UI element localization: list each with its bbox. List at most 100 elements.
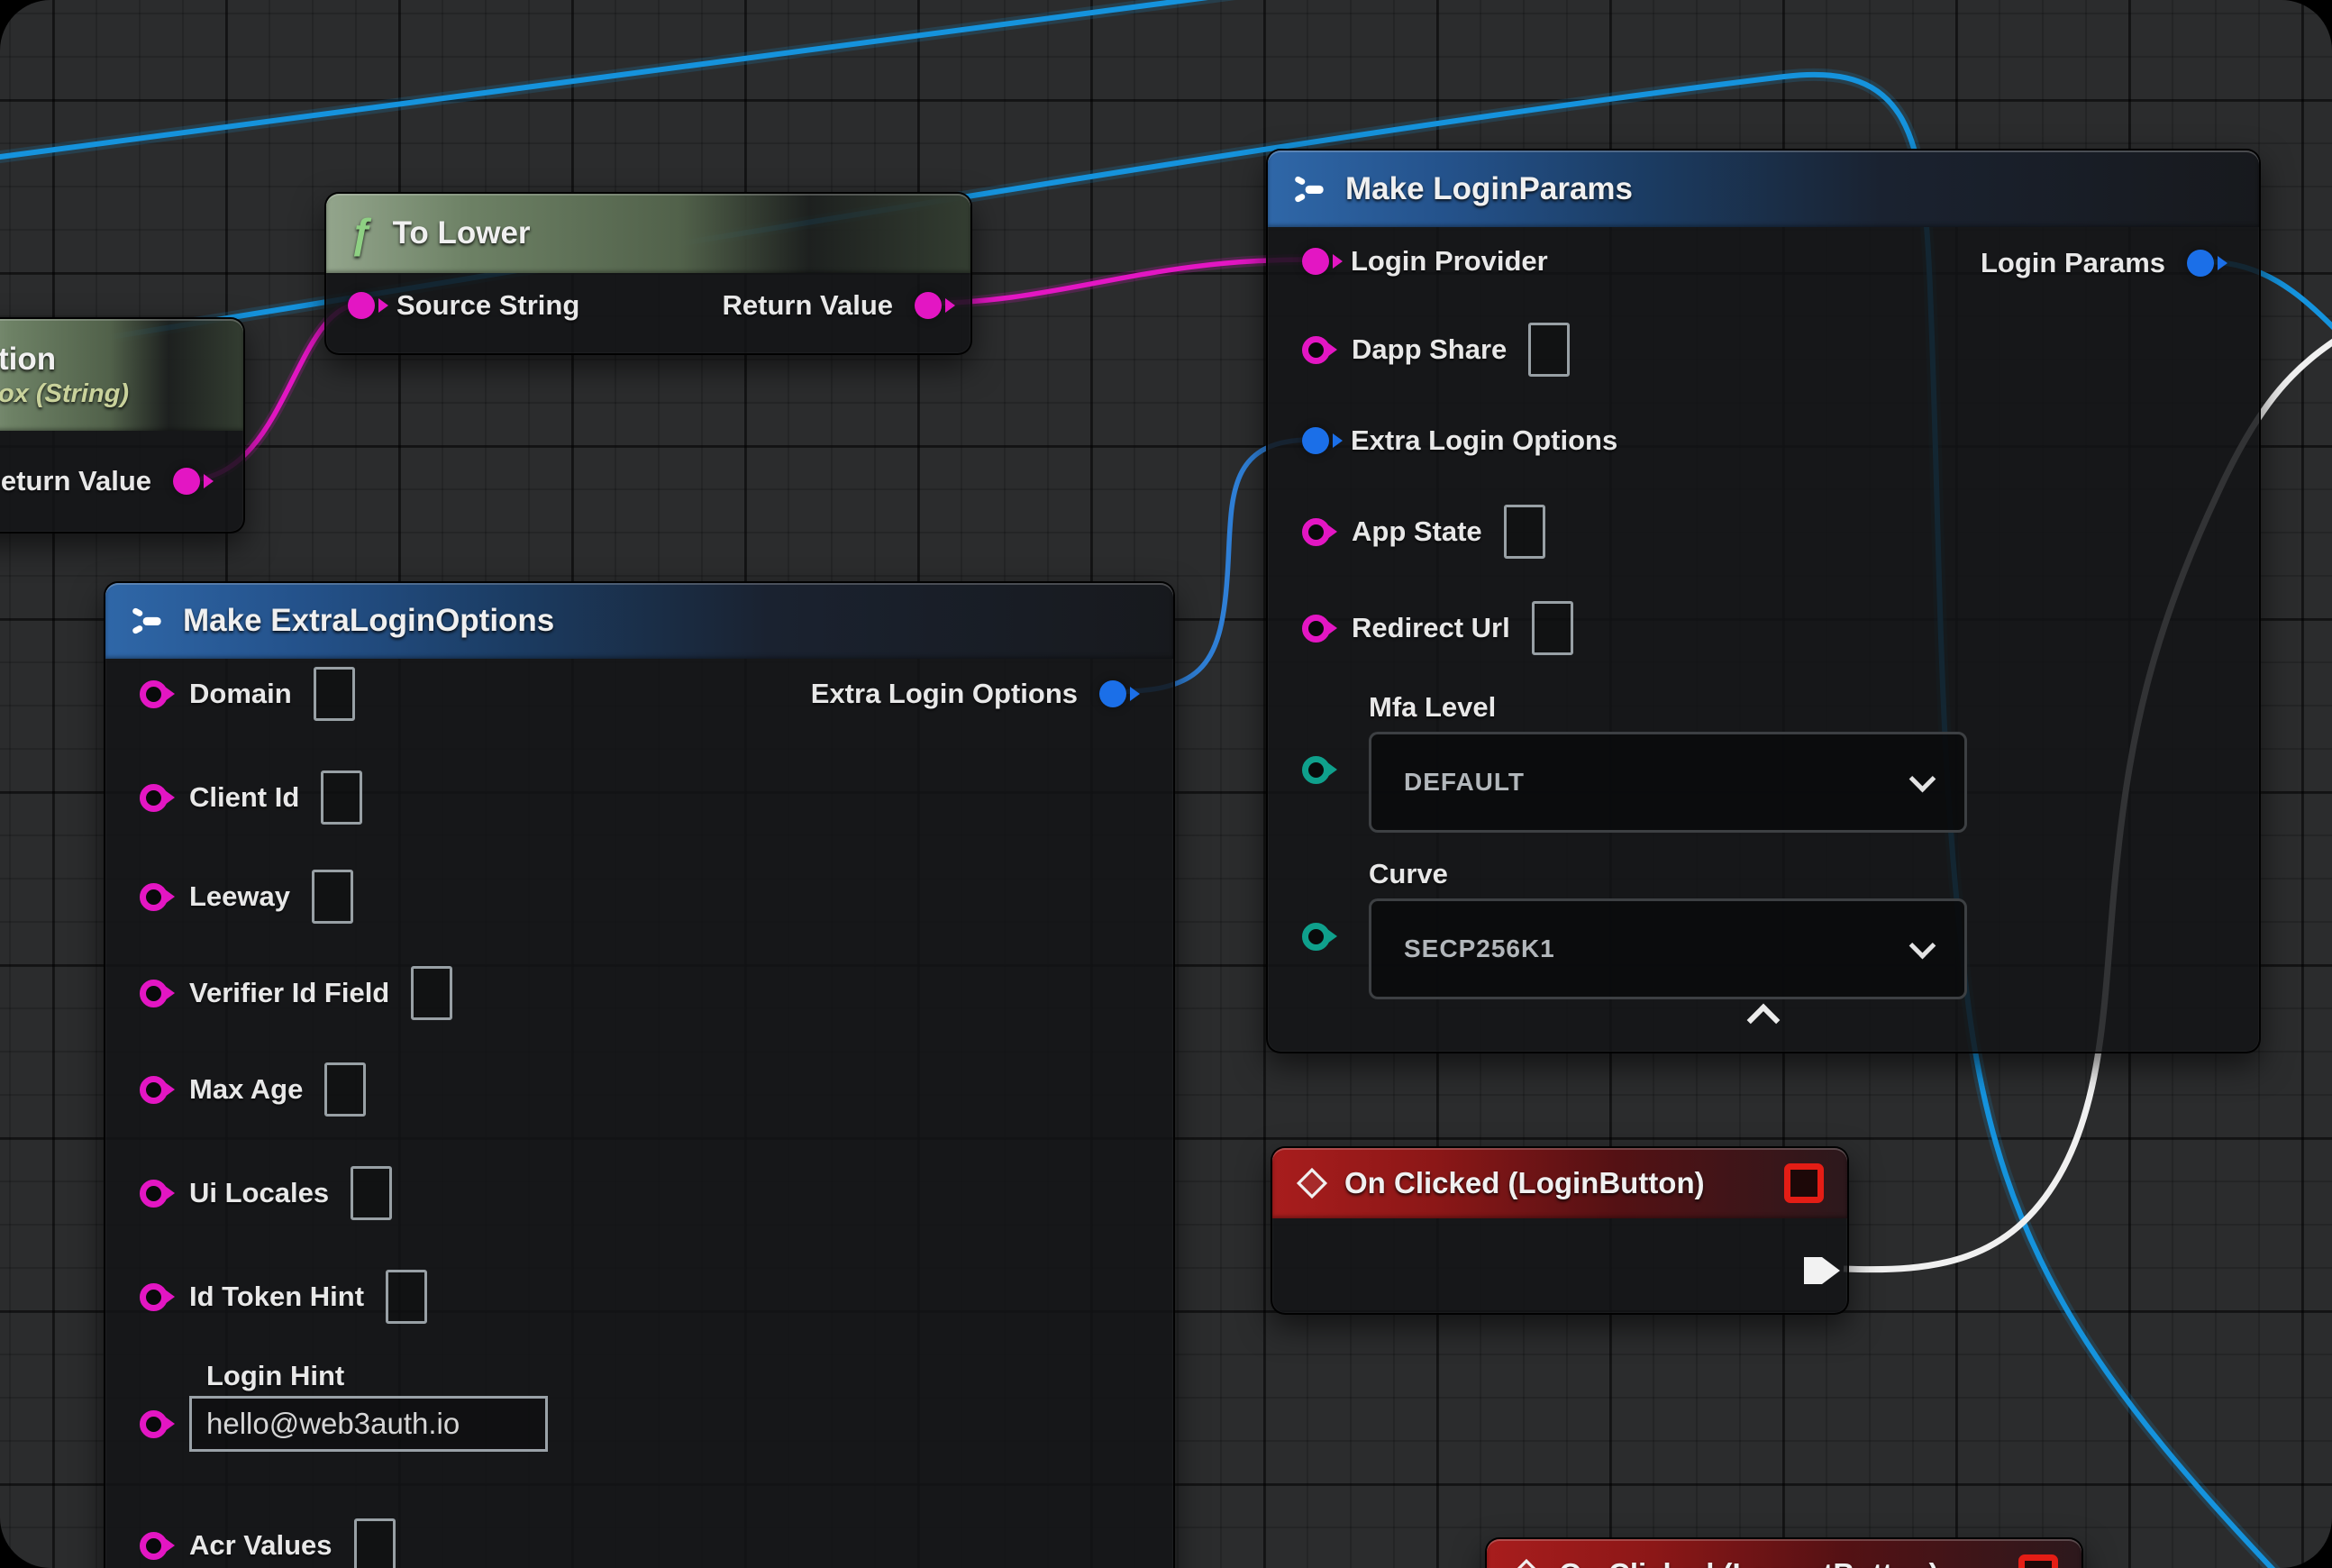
return-value-label: eturn Value: [1, 465, 151, 497]
acr-values-pin[interactable]: [140, 1532, 168, 1560]
ui-locales-pin[interactable]: [140, 1180, 168, 1208]
node-on-clicked-loginbutton[interactable]: On Clicked (LoginButton): [1271, 1146, 1849, 1315]
extra-login-options-label: Extra Login Options: [811, 678, 1078, 710]
domain-pin[interactable]: [140, 680, 168, 708]
return-value-output-pin[interactable]: [173, 468, 200, 495]
login-hint-label: Login Hint: [206, 1360, 344, 1392]
ui-locales-input[interactable]: [351, 1166, 392, 1220]
dapp-share-label: Dapp Share: [1352, 333, 1507, 366]
blueprint-graph-canvas[interactable]: tion ox (String) eturn Value ƒ To Lower …: [0, 0, 2332, 1568]
client-id-pin[interactable]: [140, 784, 168, 812]
node-header[interactable]: On Clicked (LogoutButton): [1487, 1539, 2081, 1568]
node-title: On Clicked (LoginButton): [1344, 1166, 1705, 1200]
curve-label: Curve: [1369, 858, 1448, 890]
pin-row-extra-login-options-out: Extra Login Options: [811, 666, 1126, 722]
curve-dropdown[interactable]: SECP256K1: [1369, 898, 1967, 999]
node-header[interactable]: tion ox (String): [0, 319, 243, 431]
extra-login-options-output-pin[interactable]: [1099, 680, 1126, 707]
domain-input[interactable]: [314, 667, 355, 721]
pin-row-max-age: Max Age: [140, 1062, 366, 1117]
node-title: Make ExtraLoginOptions: [183, 603, 554, 639]
acr-values-input[interactable]: [354, 1518, 396, 1568]
source-string-label: Source String: [396, 289, 579, 322]
login-provider-label: Login Provider: [1351, 245, 1548, 278]
pin-row-curve: [1302, 908, 1330, 964]
pin-row: eturn Value: [1, 453, 200, 509]
pin-row-acr-values: Acr Values: [140, 1518, 396, 1568]
node-on-clicked-logoutbutton[interactable]: On Clicked (LogoutButton): [1485, 1537, 2083, 1568]
mfa-level-value: DEFAULT: [1404, 768, 1525, 797]
verifier-id-field-input[interactable]: [411, 966, 452, 1020]
event-binding-icon[interactable]: [2018, 1554, 2058, 1568]
max-age-input[interactable]: [324, 1062, 366, 1117]
node-header[interactable]: ƒ To Lower: [326, 194, 970, 273]
leeway-label: Leeway: [189, 880, 290, 913]
mfa-level-pin[interactable]: [1302, 756, 1330, 784]
app-state-pin[interactable]: [1302, 518, 1330, 546]
max-age-label: Max Age: [189, 1073, 303, 1106]
return-value-output-pin[interactable]: [915, 292, 942, 319]
node-title: On Clicked (LogoutButton): [1559, 1557, 1939, 1568]
mfa-level-dropdown[interactable]: DEFAULT: [1369, 732, 1967, 833]
pin-row-mfa-level: [1302, 742, 1330, 798]
acr-values-label: Acr Values: [189, 1529, 332, 1562]
login-params-output-pin[interactable]: [2187, 250, 2214, 277]
client-id-label: Client Id: [189, 781, 299, 814]
dapp-share-pin[interactable]: [1302, 336, 1330, 364]
node-string-conversion-partial[interactable]: tion ox (String) eturn Value: [0, 317, 245, 533]
chevron-down-icon: [1909, 765, 1936, 792]
dapp-share-input[interactable]: [1528, 323, 1570, 377]
pin-row-login-hint: hello@web3auth.io: [140, 1396, 548, 1452]
node-title-fragment: tion: [0, 342, 56, 378]
node-title: Make LoginParams: [1345, 171, 1633, 207]
login-hint-input[interactable]: hello@web3auth.io: [189, 1396, 548, 1452]
pin-row-app-state: App State: [1302, 504, 1545, 560]
pin-row-verifier-id-field: Verifier Id Field: [140, 965, 452, 1021]
pin-row-client-id: Client Id: [140, 770, 362, 825]
pin-row: Source String Return Value: [348, 278, 942, 333]
chevron-down-icon: [1909, 932, 1936, 959]
event-diamond-icon: [1296, 1167, 1328, 1199]
event-binding-icon[interactable]: [1784, 1163, 1824, 1203]
pin-row-dapp-share: Dapp Share: [1302, 322, 1570, 378]
node-make-loginparams[interactable]: Make LoginParams Login Provider Login Pa…: [1266, 149, 2261, 1053]
make-struct-icon: [129, 603, 163, 639]
pin-row-login-provider: Login Provider: [1302, 233, 1548, 289]
pin-row-leeway: Leeway: [140, 869, 353, 925]
app-state-input[interactable]: [1504, 505, 1545, 559]
node-make-extraloginoptions[interactable]: Make ExtraLoginOptions Domain Extra Logi…: [104, 581, 1175, 1568]
leeway-pin[interactable]: [140, 883, 168, 911]
login-provider-input-pin[interactable]: [1302, 248, 1329, 275]
verifier-id-field-pin[interactable]: [140, 980, 168, 1007]
redirect-url-input[interactable]: [1532, 601, 1573, 655]
pin-row-extra-login-options-in: Extra Login Options: [1302, 413, 1617, 469]
verifier-id-field-label: Verifier Id Field: [189, 977, 389, 1009]
extra-login-options-input-pin[interactable]: [1302, 427, 1329, 454]
app-state-label: App State: [1352, 515, 1482, 548]
id-token-hint-pin[interactable]: [140, 1283, 168, 1311]
pin-row-redirect-url: Redirect Url: [1302, 600, 1573, 656]
redirect-url-label: Redirect Url: [1352, 612, 1510, 644]
curve-pin[interactable]: [1302, 923, 1330, 951]
node-header[interactable]: Make LoginParams: [1268, 150, 2259, 227]
login-hint-value: hello@web3auth.io: [206, 1407, 460, 1441]
source-string-input-pin[interactable]: [348, 292, 375, 319]
domain-label: Domain: [189, 678, 292, 710]
node-header[interactable]: On Clicked (LoginButton): [1272, 1148, 1847, 1218]
extra-login-options-label: Extra Login Options: [1351, 424, 1617, 457]
leeway-input[interactable]: [312, 870, 353, 924]
exec-output-pin[interactable]: [1804, 1254, 1844, 1287]
max-age-pin[interactable]: [140, 1076, 168, 1104]
pin-row-login-params-out: Login Params: [1981, 235, 2214, 291]
collapse-node-chevron-up[interactable]: [1747, 1004, 1781, 1037]
id-token-hint-label: Id Token Hint: [189, 1281, 364, 1313]
id-token-hint-input[interactable]: [386, 1270, 427, 1324]
redirect-url-pin[interactable]: [1302, 615, 1330, 643]
node-to-lower[interactable]: ƒ To Lower Source String Return Value: [324, 192, 972, 355]
pin-row-id-token-hint: Id Token Hint: [140, 1269, 427, 1325]
login-params-label: Login Params: [1981, 247, 2165, 279]
login-hint-pin[interactable]: [140, 1410, 168, 1438]
client-id-input[interactable]: [321, 770, 362, 825]
node-header[interactable]: Make ExtraLoginOptions: [105, 583, 1173, 659]
event-diamond-icon: [1510, 1558, 1543, 1568]
